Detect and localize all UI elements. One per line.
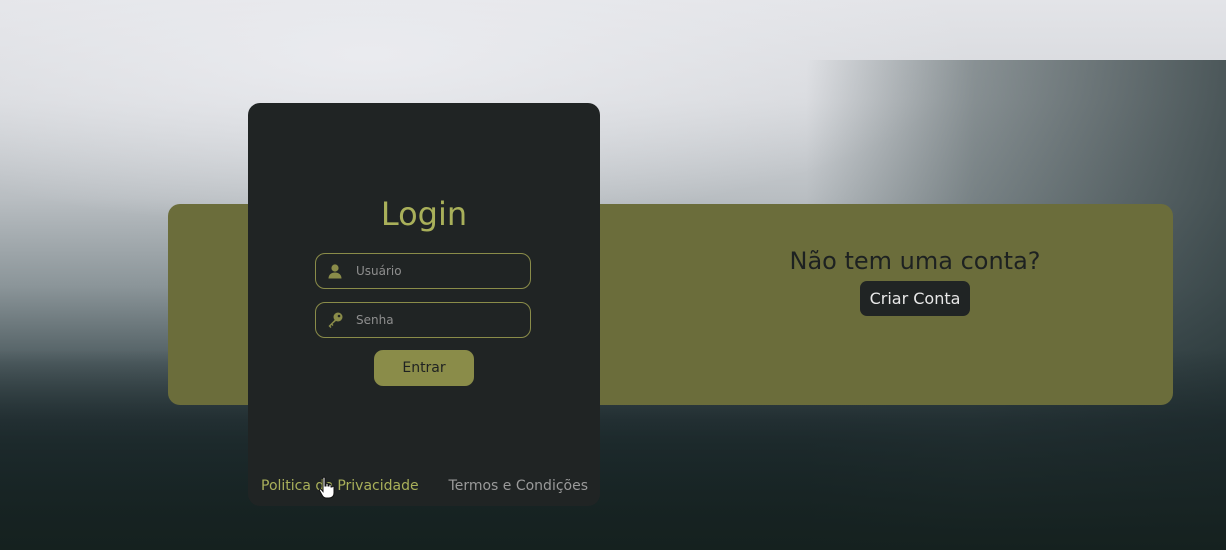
- password-input[interactable]: [354, 312, 530, 328]
- password-field[interactable]: [315, 302, 531, 338]
- username-field[interactable]: [315, 253, 531, 289]
- terms-link[interactable]: Termos e Condições: [449, 478, 588, 494]
- user-icon: [322, 263, 348, 279]
- create-account-button[interactable]: Criar Conta: [859, 281, 971, 316]
- signup-prompt-text: Não tem uma conta?: [789, 247, 1041, 275]
- key-icon: [322, 311, 348, 329]
- footer-links: Politica de Privacidade Termos e Condiçõ…: [261, 478, 588, 494]
- login-card: Login Entrar Politica de Privacidade Ter…: [248, 103, 600, 506]
- privacy-policy-link[interactable]: Politica de Privacidade: [261, 478, 419, 494]
- login-title: Login: [380, 195, 468, 233]
- login-submit-button[interactable]: Entrar: [374, 350, 474, 386]
- signup-promo: Não tem uma conta? Criar Conta: [760, 247, 1070, 316]
- username-input[interactable]: [354, 263, 530, 279]
- hand-pointer-icon: [318, 476, 336, 500]
